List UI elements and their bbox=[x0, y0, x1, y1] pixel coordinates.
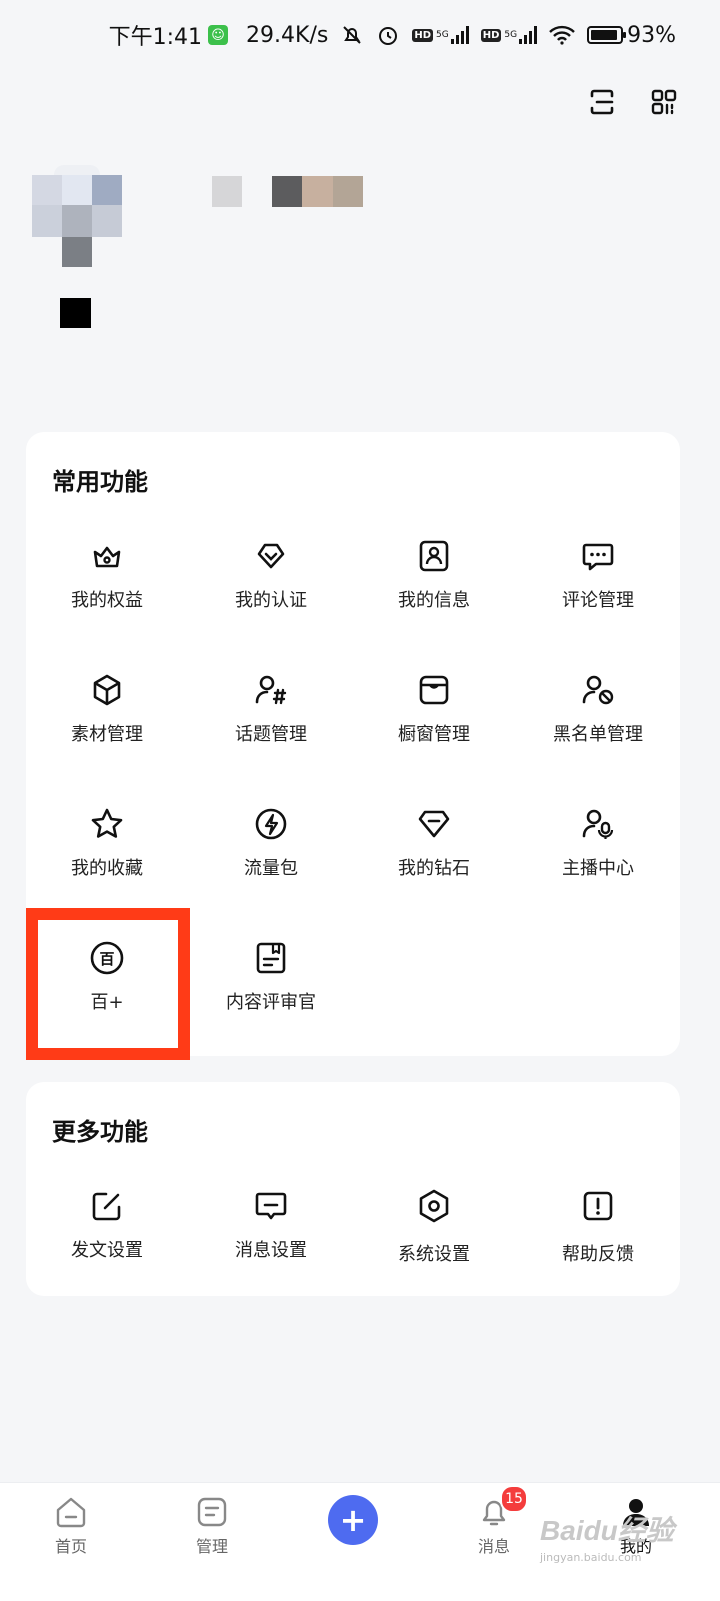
watermark-text: Baidu经验 bbox=[540, 1515, 674, 1546]
tab-manage[interactable]: 管理 bbox=[162, 1495, 262, 1557]
grid-item-post-settings[interactable]: 发文设置 bbox=[32, 1186, 182, 1262]
wifi-icon bbox=[549, 25, 575, 45]
grid-item-label: 我的权益 bbox=[71, 590, 143, 611]
grid-item-label: 橱窗管理 bbox=[398, 724, 470, 745]
tab-home[interactable]: 首页 bbox=[21, 1495, 121, 1557]
grid-item-label: 发文设置 bbox=[71, 1240, 143, 1261]
watermark-subtext: jingyan.baidu.com bbox=[540, 1551, 642, 1564]
grid-item-my-info[interactable]: 我的信息 bbox=[359, 536, 509, 612]
scan-icon[interactable] bbox=[584, 84, 620, 120]
grid-item-showcase-manage[interactable]: 橱窗管理 bbox=[359, 670, 509, 746]
tab-label: 首页 bbox=[54, 1537, 87, 1556]
battery-icon bbox=[587, 26, 627, 44]
grid-item-traffic-pack[interactable]: 流量包 bbox=[196, 804, 346, 880]
grid-item-label: 流量包 bbox=[244, 858, 298, 879]
tab-label: 管理 bbox=[195, 1537, 228, 1556]
grid-item-content-reviewer[interactable]: 内容评审官 bbox=[196, 938, 346, 1014]
review-doc-icon bbox=[251, 938, 291, 978]
status-bar: 下午1:41 ☺ 29.4K/s HD 5G HD 5G 93% bbox=[0, 0, 720, 70]
manage-icon bbox=[195, 1495, 229, 1529]
grid-item-label: 消息设置 bbox=[235, 1240, 307, 1261]
grid-item-label: 系统设置 bbox=[398, 1244, 470, 1265]
grid-item-label: 话题管理 bbox=[235, 724, 307, 745]
signal-icon-2 bbox=[519, 26, 538, 44]
grid-item-help-feedback[interactable]: 帮助反馈 bbox=[523, 1186, 673, 1266]
hd-badge-1: HD bbox=[412, 28, 434, 42]
hd-badge-2: HD bbox=[480, 28, 502, 42]
mute-icon bbox=[340, 23, 364, 47]
grid-item-my-diamonds[interactable]: 我的钻石 bbox=[359, 804, 509, 880]
qr-code-icon[interactable] bbox=[646, 84, 682, 120]
highlight-box bbox=[26, 908, 190, 1060]
edit-icon bbox=[87, 1186, 127, 1226]
plus-icon: + bbox=[339, 1501, 367, 1539]
grid-item-label: 评论管理 bbox=[562, 590, 634, 611]
common-functions-title: 常用功能 bbox=[52, 468, 148, 496]
comment-icon bbox=[578, 536, 618, 576]
grid-item-label: 我的认证 bbox=[235, 590, 307, 611]
user-block-icon bbox=[578, 670, 618, 710]
crown-icon bbox=[87, 536, 127, 576]
tab-messages[interactable]: 消息 bbox=[444, 1495, 544, 1557]
user-mic-icon bbox=[578, 804, 618, 844]
diamond-icon bbox=[414, 804, 454, 844]
grid-item-my-rights[interactable]: 我的权益 bbox=[32, 536, 182, 612]
grid-item-label: 素材管理 bbox=[71, 724, 143, 745]
lightning-icon bbox=[251, 804, 291, 844]
home-icon bbox=[54, 1495, 88, 1529]
network-type-2: 5G bbox=[504, 30, 518, 40]
android-app-icon: ☺ bbox=[208, 25, 229, 45]
grid-item-label: 主播中心 bbox=[562, 858, 634, 879]
grid-item-comment-manage[interactable]: 评论管理 bbox=[523, 536, 673, 612]
create-button[interactable]: + bbox=[328, 1495, 378, 1545]
grid-item-my-favorites[interactable]: 我的收藏 bbox=[32, 804, 182, 880]
id-card-icon bbox=[414, 536, 454, 576]
star-icon bbox=[87, 804, 127, 844]
bottom-tab-bar: 首页 管理 + 消息 15 我的 Baidu经验 jingyan.baidu.c… bbox=[0, 1482, 720, 1601]
grid-item-label: 帮助反馈 bbox=[562, 1244, 634, 1265]
settings-hexagon-icon bbox=[414, 1186, 454, 1226]
grid-item-label: 我的信息 bbox=[398, 590, 470, 611]
verified-badge-icon bbox=[251, 536, 291, 576]
store-icon bbox=[414, 670, 454, 710]
signal-icon-1 bbox=[450, 26, 469, 44]
more-functions-title: 更多功能 bbox=[52, 1118, 148, 1146]
alarm-icon bbox=[376, 23, 400, 47]
grid-item-label: 我的钻石 bbox=[398, 858, 470, 879]
user-hashtag-icon bbox=[251, 670, 291, 710]
grid-item-message-settings[interactable]: 消息设置 bbox=[196, 1186, 346, 1262]
status-net-speed: 29.4K/s bbox=[246, 22, 329, 48]
grid-item-my-certification[interactable]: 我的认证 bbox=[196, 536, 346, 612]
battery-percent: 93% bbox=[627, 22, 676, 48]
status-time: 下午1:41 bbox=[108, 25, 203, 50]
grid-item-topic-manage[interactable]: 话题管理 bbox=[196, 670, 346, 746]
grid-item-label: 内容评审官 bbox=[226, 992, 316, 1013]
grid-item-blacklist-manage[interactable]: 黑名单管理 bbox=[523, 670, 673, 746]
grid-item-label: 我的收藏 bbox=[71, 858, 143, 879]
more-functions-card: 更多功能 发文设置 消息设置 系统设置 帮助反馈 bbox=[26, 1082, 680, 1296]
grid-item-system-settings[interactable]: 系统设置 bbox=[359, 1186, 509, 1266]
message-icon bbox=[251, 1186, 291, 1226]
message-count-badge: 15 bbox=[500, 1485, 528, 1513]
cube-icon bbox=[87, 670, 127, 710]
grid-item-material-manage[interactable]: 素材管理 bbox=[32, 670, 182, 746]
help-feedback-icon bbox=[578, 1186, 618, 1226]
avatar[interactable] bbox=[32, 165, 122, 267]
grid-item-label: 黑名单管理 bbox=[553, 724, 643, 745]
tab-label: 消息 bbox=[477, 1537, 510, 1556]
profile-badge-blurred bbox=[60, 298, 91, 328]
network-type-1: 5G bbox=[436, 30, 449, 40]
grid-item-anchor-center[interactable]: 主播中心 bbox=[523, 804, 673, 880]
